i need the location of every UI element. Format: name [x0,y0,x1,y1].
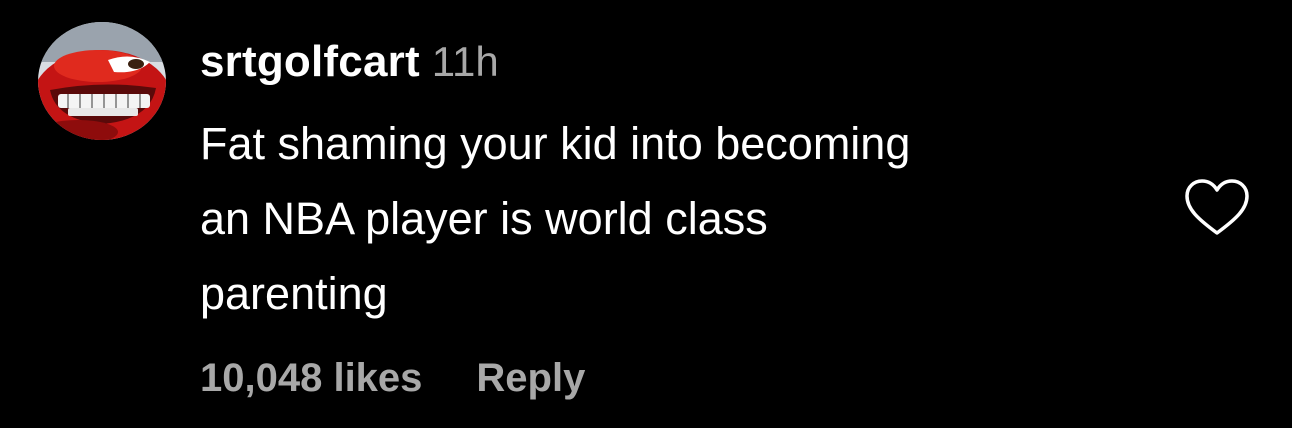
like-button[interactable] [1184,178,1250,238]
avatar[interactable] [38,22,166,140]
comment-text: Fat shaming your kid into becoming an NB… [200,106,1160,331]
comment-text-line: parenting [200,268,388,319]
comment-text-line: an NBA player is world class [200,193,768,244]
reply-button[interactable]: Reply [476,356,585,400]
timestamp[interactable]: 11h [432,38,499,85]
comment-footer: 10,048 likes Reply [200,348,585,408]
comment-header: srtgolfcart 11h [200,32,499,92]
likes-count[interactable]: 10,048 likes [200,356,422,400]
comment-text-line: Fat shaming your kid into becoming [200,118,911,169]
cartoon-car-avatar-icon [38,22,166,140]
comment: srtgolfcart 11h Fat shaming your kid into… [0,0,1292,428]
heart-outline-icon [1185,179,1249,235]
username-link[interactable]: srtgolfcart [200,37,420,86]
